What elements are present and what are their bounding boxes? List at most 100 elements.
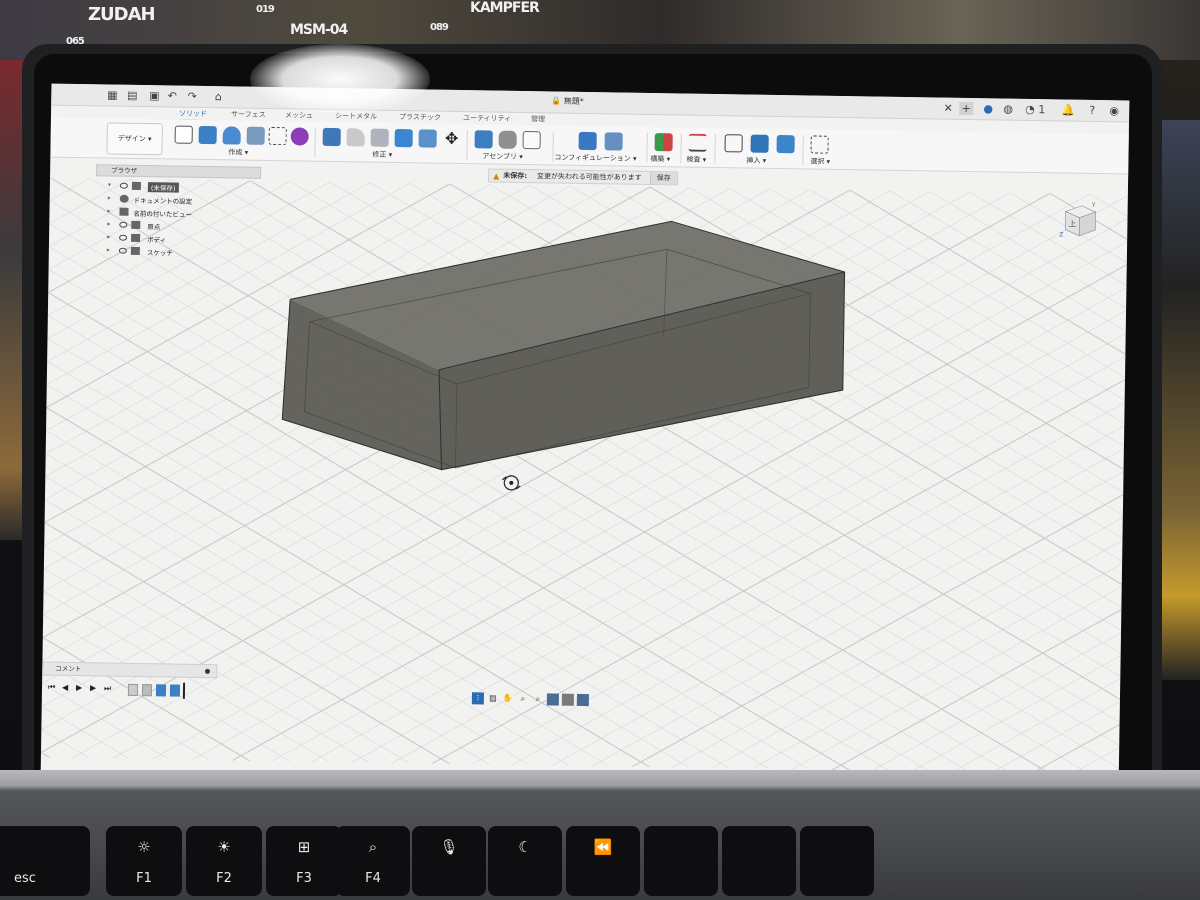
notification-count[interactable]: ◔ 1 [1023,103,1047,116]
key-f6[interactable]: ☾ [488,826,562,896]
browser-header[interactable]: ブラウザ [96,164,262,179]
browser-item-document-settings[interactable]: ▸ ドキュメントの設定 [96,193,256,208]
shell-icon[interactable] [370,128,389,147]
press-pull-icon[interactable] [322,127,341,147]
timeline-marker[interactable] [182,682,186,699]
key-f1[interactable]: ☼ F1 [106,826,182,896]
undo-icon[interactable]: ↶ [165,89,179,102]
expand-arrow-icon[interactable]: ▸ [107,233,110,240]
group-modify-label[interactable]: 修正 ▾ [372,150,392,160]
key-f5[interactable]: 🎙 [412,826,486,896]
form-icon[interactable] [290,127,309,146]
grid-menu-icon[interactable]: ▦ [105,88,119,101]
browser-item-named-views[interactable]: ▸ 名前の付いたビュー [95,206,255,221]
expand-arrow-icon[interactable]: ▸ [108,194,111,201]
visibility-eye-icon[interactable] [118,247,127,254]
key-f9[interactable] [722,826,796,896]
tab-manage[interactable]: 管理 [531,114,545,124]
tab-plastic[interactable]: プラスチック [399,112,441,123]
construct-plane-icon[interactable] [654,133,673,152]
group-construct-label[interactable]: 構築 ▾ [650,154,670,164]
viewport-settings-icon[interactable] [576,693,589,707]
display-settings-icon[interactable] [546,693,559,706]
timeline-prev-icon[interactable]: ◀ [62,683,68,692]
group-select-label[interactable]: 選択 ▾ [810,157,830,167]
extensions-icon[interactable]: ● [981,102,995,115]
hole-icon[interactable] [246,126,265,145]
timeline-extrude-feature-icon[interactable] [155,684,167,697]
grid-settings-icon[interactable] [561,693,574,706]
tab-solid[interactable]: ソリッド [179,109,207,119]
create-sketch-icon[interactable] [174,125,193,144]
home-icon[interactable]: ⌂ [211,90,225,103]
insert-derive-icon[interactable] [724,134,743,153]
fillet-icon[interactable] [346,128,365,147]
account-avatar-icon[interactable]: ◉ [1107,104,1121,117]
timeline-play-icon[interactable]: ▶ [76,683,82,692]
group-assemble-label[interactable]: アセンブリ ▾ [482,151,523,162]
scale-icon[interactable] [418,129,437,148]
group-inspect-label[interactable]: 検査 ▾ [686,155,706,165]
tab-utility[interactable]: ユーティリティ [463,113,511,124]
key-f2[interactable]: ☀ F2 [186,826,262,896]
key-esc[interactable]: esc [0,826,90,896]
browser-item-bodies[interactable]: ▸ ボディ [95,232,255,247]
new-component-icon[interactable] [474,130,493,149]
key-f3[interactable]: ⊞ F3 [266,826,342,896]
visibility-eye-icon[interactable] [119,182,128,189]
view-cube[interactable]: 上 Z Y [1059,201,1100,242]
zoom-icon[interactable]: ⌕ [517,693,529,705]
close-tab-icon[interactable]: ✕ [941,102,955,115]
insert-canvas-icon[interactable] [776,134,795,154]
comments-panel[interactable]: コメント ● [42,661,218,679]
insert-decal-icon[interactable] [750,134,769,153]
expand-arrow-icon[interactable]: ▸ [107,246,110,253]
timeline-extrude-feature-icon[interactable] [169,684,181,697]
browser-item-root[interactable]: ▾ (未保存) [96,180,256,195]
select-icon[interactable] [810,135,829,154]
save-button[interactable]: 保存 [649,171,677,185]
key-f10[interactable] [800,826,874,896]
group-configure-label[interactable]: コンフィギュレーション ▾ [554,152,636,163]
file-icon[interactable]: ▤ [125,89,139,102]
help-icon[interactable]: ? [1085,104,1099,117]
job-status-icon[interactable]: ◍ [1001,102,1015,116]
look-at-icon[interactable]: ▤ [487,692,499,704]
timeline-sketch-feature-icon[interactable] [141,684,153,697]
timeline-next-icon[interactable]: ▶ [90,683,96,692]
move-icon[interactable]: ✥ [443,129,461,148]
extrude-icon[interactable] [198,125,217,145]
visibility-eye-icon[interactable] [119,221,128,228]
table-icon[interactable] [522,130,541,150]
key-f4[interactable]: ⌕ F4 [336,826,410,896]
timeline-end-icon[interactable]: ⏭ [104,683,111,693]
revolve-icon[interactable] [222,126,241,145]
browser-item-origin[interactable]: ▸ 原点 [95,219,255,234]
add-comment-icon[interactable]: ● [205,665,211,677]
key-f8[interactable] [644,826,718,896]
timeline-sketch-feature-icon[interactable] [127,683,139,697]
fit-icon[interactable]: ⌕ [532,693,544,705]
save-icon[interactable]: ▣ [147,89,161,102]
configure-table-icon[interactable] [604,132,623,151]
orbit-mode-icon[interactable]: ⁝ [471,692,484,705]
bell-icon[interactable]: 🔔 [1061,103,1075,116]
measure-icon[interactable] [688,133,707,152]
joint-icon[interactable] [498,130,517,149]
key-f7[interactable]: ⏪ [566,826,640,896]
visibility-eye-icon[interactable] [119,234,128,241]
combine-icon[interactable] [394,128,413,148]
timeline-start-icon[interactable]: ⏮ [48,683,55,693]
tab-surface[interactable]: サーフェス [231,109,266,120]
workspace-switcher[interactable]: デザイン ▾ [106,122,163,156]
pan-hand-icon[interactable]: ✋ [502,693,514,705]
group-insert-label[interactable]: 挿入 ▾ [746,156,766,166]
collapse-arrow-icon[interactable]: ▾ [108,181,111,188]
pattern-icon[interactable] [268,126,287,146]
configure-icon[interactable] [578,131,597,151]
new-tab-icon[interactable]: + [959,101,974,116]
group-create-label[interactable]: 作成 ▾ [228,147,248,157]
expand-arrow-icon[interactable]: ▸ [107,220,110,227]
browser-item-sketches[interactable]: ▸ スケッチ [95,245,255,260]
redo-icon[interactable]: ↷ [185,90,199,103]
